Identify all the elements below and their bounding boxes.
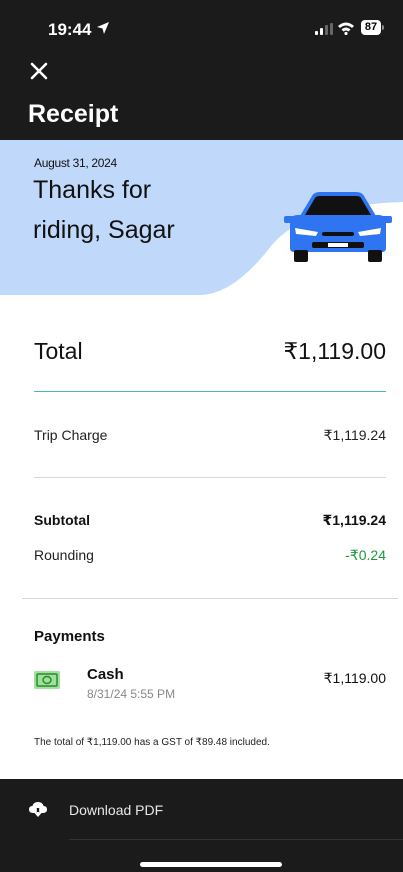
payment-method: Cash bbox=[87, 666, 124, 683]
page-title: Receipt bbox=[28, 100, 119, 128]
cellular-signal-icon bbox=[315, 23, 333, 35]
payment-amount: ₹1,119.00 bbox=[323, 670, 386, 686]
status-time: 19:44 bbox=[48, 20, 92, 39]
gst-note: The total of ₹1,119.00 has a GST of ₹89.… bbox=[34, 737, 270, 748]
battery-icon: 87 bbox=[361, 20, 385, 35]
cloud-download-icon bbox=[29, 802, 47, 817]
bottom-bar: Download PDF bbox=[0, 779, 403, 872]
receipt-screen: 19:44 87 Receipt August 31, 2024 Thanks … bbox=[0, 0, 403, 872]
trip-charge-label: Trip Charge bbox=[34, 427, 108, 443]
total-amount: ₹1,119.00 bbox=[283, 338, 386, 364]
battery-level: 87 bbox=[361, 20, 381, 35]
trip-date: August 31, 2024 bbox=[34, 156, 117, 170]
section-divider bbox=[22, 598, 398, 599]
cash-icon bbox=[34, 671, 60, 689]
charges-divider bbox=[34, 477, 386, 478]
rounding-amount: -₹0.24 bbox=[345, 547, 386, 563]
thanks-message-line-2: riding, Sagar bbox=[33, 216, 175, 244]
payments-heading: Payments bbox=[34, 628, 105, 645]
close-icon[interactable] bbox=[28, 60, 50, 82]
payment-item: Cash 8/31/24 5:55 PM ₹1,119.00 bbox=[34, 666, 386, 706]
total-divider bbox=[34, 391, 386, 392]
wifi-icon bbox=[338, 22, 354, 35]
total-row: Total ₹1,119.00 bbox=[34, 338, 386, 368]
thanks-message-line-1: Thanks for bbox=[33, 176, 152, 204]
rounding-row: Rounding -₹0.24 bbox=[34, 547, 386, 567]
car-icon bbox=[284, 192, 392, 262]
location-arrow-icon bbox=[97, 22, 109, 34]
payment-datetime: 8/31/24 5:55 PM bbox=[87, 687, 176, 701]
total-label: Total bbox=[34, 338, 83, 364]
download-pdf-label: Download PDF bbox=[69, 802, 164, 818]
thanks-banner: August 31, 2024 Thanks for riding, Sagar bbox=[0, 140, 403, 300]
subtotal-amount: ₹1,119.24 bbox=[322, 512, 386, 528]
home-indicator[interactable] bbox=[140, 862, 282, 867]
download-pdf-button[interactable]: Download PDF bbox=[0, 779, 403, 839]
subtotal-row: Subtotal ₹1,119.24 bbox=[34, 512, 386, 532]
battery-tip bbox=[382, 25, 384, 30]
subtotal-label: Subtotal bbox=[34, 512, 90, 528]
header: 19:44 87 Receipt bbox=[0, 0, 403, 140]
trip-charge-amount: ₹1,119.24 bbox=[323, 427, 386, 443]
trip-charge-row: Trip Charge ₹1,119.24 bbox=[34, 427, 386, 447]
status-bar: 19:44 87 bbox=[0, 0, 403, 50]
footer-divider bbox=[69, 839, 403, 840]
rounding-label: Rounding bbox=[34, 547, 94, 563]
